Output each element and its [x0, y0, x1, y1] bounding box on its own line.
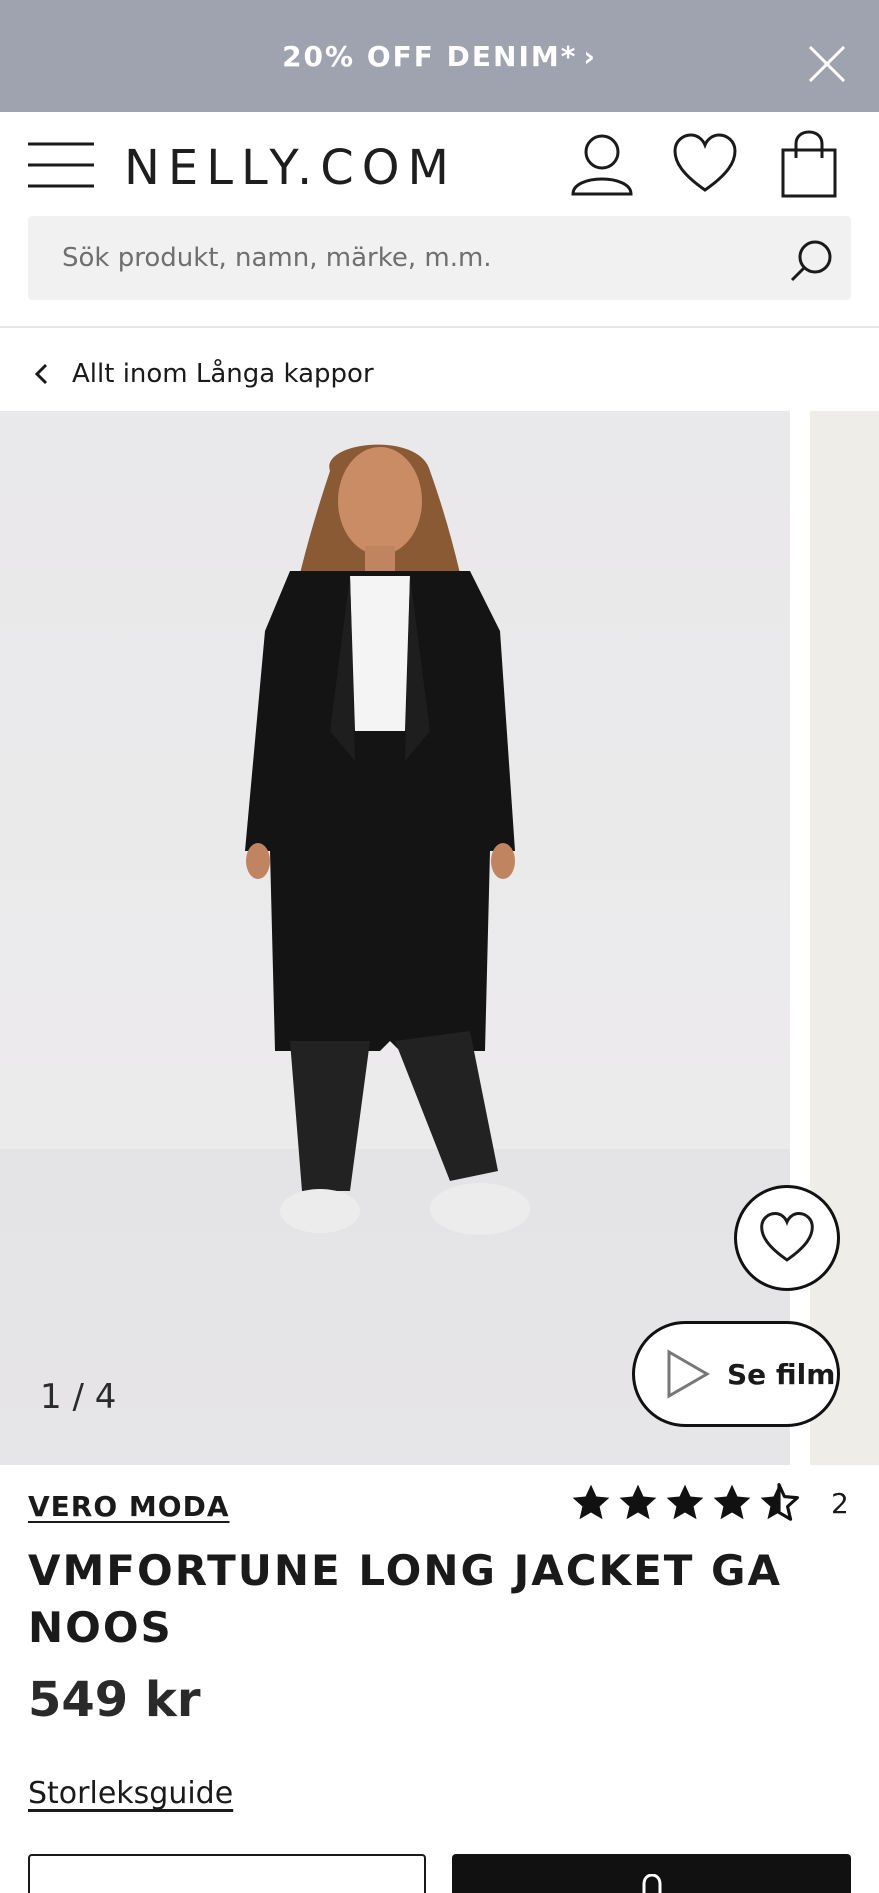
- add-to-cart-button[interactable]: [452, 1854, 851, 1893]
- star-icon: [713, 1484, 751, 1520]
- promo-banner[interactable]: 20% OFF DENIM* ›: [0, 0, 879, 112]
- heart-icon: [760, 1212, 814, 1262]
- star-icon: [666, 1484, 704, 1520]
- site-header: NELLY.COM: [0, 112, 879, 328]
- half-star-icon: [760, 1483, 799, 1521]
- breadcrumb-label: Allt inom Långa kappor: [72, 359, 374, 389]
- play-icon: [667, 1349, 710, 1399]
- chevron-right-icon: ›: [583, 40, 597, 73]
- wishlist-button[interactable]: [734, 1185, 840, 1291]
- close-icon[interactable]: [807, 44, 847, 84]
- size-select[interactable]: [28, 1854, 426, 1893]
- star-icon: [619, 1484, 657, 1520]
- play-video-label: Se film: [727, 1357, 836, 1391]
- bag-icon: [642, 1874, 662, 1893]
- product-rating[interactable]: 2: [570, 1482, 849, 1524]
- review-count: 2: [831, 1486, 849, 1520]
- menu-icon[interactable]: [28, 140, 94, 190]
- image-counter: 1 / 4: [40, 1377, 117, 1417]
- product-gallery[interactable]: 1 / 4 Se film: [0, 411, 879, 1465]
- bag-icon[interactable]: [780, 130, 838, 198]
- chevron-left-icon: [34, 363, 48, 385]
- next-image-preview[interactable]: [810, 411, 879, 1465]
- search-bar: [28, 216, 851, 300]
- star-icon: [572, 1484, 610, 1520]
- heart-icon[interactable]: [672, 132, 738, 196]
- promo-text: 20% OFF DENIM*: [282, 40, 578, 73]
- model-figure: [245, 444, 530, 1235]
- size-guide-link[interactable]: Storleksguide: [28, 1776, 233, 1811]
- brand-link[interactable]: VERO MODA: [28, 1490, 230, 1523]
- product-image[interactable]: 1 / 4: [0, 411, 790, 1465]
- site-logo[interactable]: NELLY.COM: [124, 140, 457, 196]
- product-price: 549 kr: [28, 1672, 201, 1728]
- search-input[interactable]: [62, 216, 762, 300]
- play-video-button[interactable]: Se film: [632, 1321, 840, 1427]
- product-title: VMFORTUNE LONG JACKET GA NOOS: [28, 1546, 783, 1652]
- search-icon[interactable]: [789, 238, 835, 282]
- user-icon[interactable]: [570, 132, 634, 196]
- promo-link[interactable]: 20% OFF DENIM* ›: [0, 40, 879, 73]
- breadcrumb[interactable]: Allt inom Långa kappor: [28, 354, 374, 394]
